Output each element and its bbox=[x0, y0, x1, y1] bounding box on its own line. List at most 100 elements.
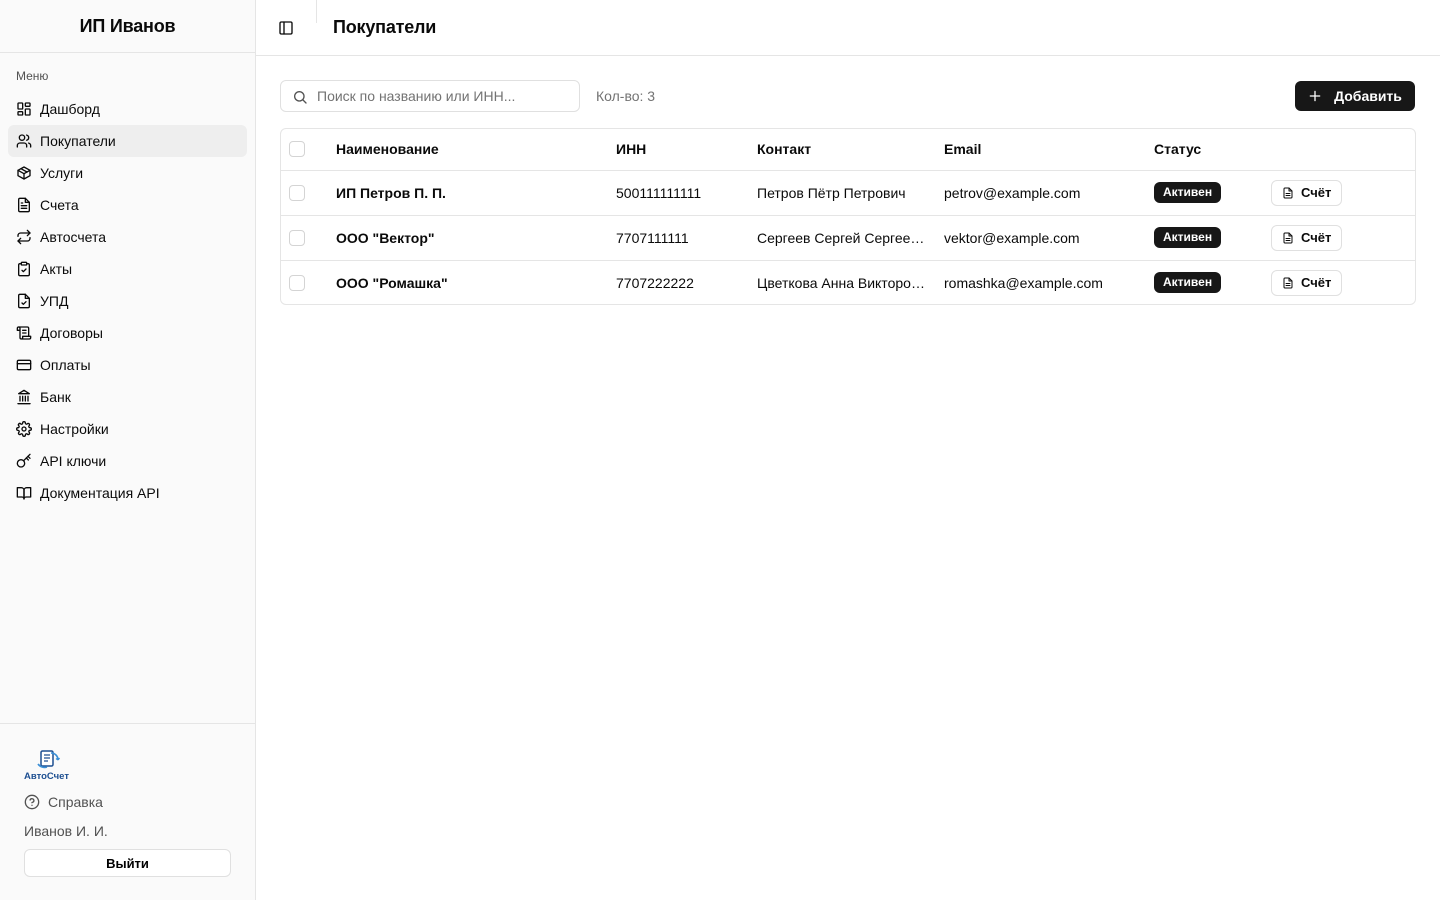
bank-icon bbox=[17, 389, 31, 405]
customer-inn: 500111111111 bbox=[616, 170, 757, 216]
clipboard-check-icon bbox=[18, 261, 30, 277]
scroll-icon bbox=[16, 326, 32, 340]
page-header: Покупатели bbox=[256, 0, 1440, 56]
invoice-button-label: Счёт bbox=[1301, 275, 1332, 291]
sidebar-item-services[interactable]: Услуги bbox=[8, 157, 247, 189]
status-cell: Активен bbox=[1154, 170, 1271, 216]
actions-cell: Счёт bbox=[1271, 215, 1415, 261]
sidebar-item-label: Услуги bbox=[40, 165, 84, 181]
customer-email: romashka@example.com bbox=[944, 274, 1103, 291]
column-header-actions bbox=[1271, 129, 1415, 171]
file-text-icon bbox=[18, 197, 30, 213]
create-invoice-button[interactable]: Счёт bbox=[1271, 269, 1343, 296]
table-row[interactable]: ИП Петров П. П. 500111111111 Петров Пётр… bbox=[281, 170, 1415, 216]
table-row[interactable]: ООО "Вектор" 7707111111 Сергеев Сергей С… bbox=[281, 215, 1415, 261]
sidebar-item-label: Настройки bbox=[40, 421, 109, 437]
sidebar-item-customers[interactable]: Покупатели bbox=[8, 125, 247, 157]
column-header-contact: Контакт bbox=[757, 129, 944, 171]
repeat-icon bbox=[17, 229, 31, 245]
customer-name: ИП Петров П. П. bbox=[336, 170, 616, 216]
sidebar-item-invoices[interactable]: Счета bbox=[8, 189, 247, 221]
customer-count: Кол-во: 3 bbox=[596, 88, 656, 104]
sidebar-item-bank[interactable]: Банк bbox=[8, 381, 247, 413]
search-icon bbox=[294, 91, 307, 104]
box-icon bbox=[17, 166, 31, 180]
column-header-email: Email bbox=[944, 129, 1154, 171]
customer-name: ООО "Ромашка" bbox=[336, 274, 448, 291]
row-select-cell bbox=[281, 170, 336, 216]
file-icon bbox=[1283, 232, 1293, 243]
search-input[interactable] bbox=[317, 81, 572, 111]
file-icon bbox=[1283, 277, 1293, 289]
help-link[interactable]: Справка bbox=[24, 794, 103, 810]
row-select-cell bbox=[281, 215, 336, 261]
sidebar-item-label: Договоры bbox=[40, 325, 103, 341]
panel-left-icon bbox=[279, 21, 293, 35]
sidebar-item-payments[interactable]: Оплаты bbox=[8, 349, 247, 381]
sidebar-item-label: УПД bbox=[40, 293, 69, 309]
column-header-name: Наименование bbox=[336, 129, 616, 171]
status-badge: Активен bbox=[1154, 227, 1222, 248]
row-select-cell bbox=[281, 260, 336, 304]
sidebar-item-label: Покупатели bbox=[40, 133, 116, 149]
sidebar-item-auto-invoices[interactable]: Автосчета bbox=[8, 221, 247, 253]
sidebar-nav: Дашборд Покупатели Услуги Счета Автосчет… bbox=[8, 93, 247, 509]
row-checkbox[interactable] bbox=[289, 274, 305, 291]
key-icon bbox=[16, 453, 31, 468]
help-circle-icon bbox=[24, 794, 40, 810]
select-all-checkbox[interactable] bbox=[289, 141, 305, 158]
sidebar-item-label: Оплаты bbox=[40, 357, 91, 373]
sidebar-item-label: Акты bbox=[40, 261, 73, 277]
sidebar-item-label: Автосчета bbox=[40, 229, 107, 245]
sidebar-toggle-button[interactable] bbox=[276, 18, 296, 38]
sidebar-item-dashboard[interactable]: Дашборд bbox=[8, 93, 247, 125]
page-title: Покупатели bbox=[333, 17, 437, 37]
sidebar-item-label: API ключи bbox=[40, 453, 107, 469]
sidebar-item-label: Банк bbox=[40, 389, 71, 405]
select-all-cell bbox=[281, 129, 336, 171]
create-invoice-button[interactable]: Счёт bbox=[1271, 179, 1343, 206]
sidebar-item-contracts[interactable]: Договоры bbox=[8, 317, 247, 349]
customers-table: Наименование ИНН Контакт Email Статус ИП… bbox=[280, 128, 1416, 305]
file-icon bbox=[1283, 187, 1293, 198]
customer-email: vektor@example.com bbox=[944, 215, 1154, 261]
status-badge: Активен bbox=[1154, 272, 1222, 294]
file-check-icon bbox=[18, 293, 30, 309]
status-badge: Активен bbox=[1154, 182, 1222, 203]
row-checkbox[interactable] bbox=[289, 229, 305, 246]
customer-contact: Цветкова Анна Викторовна bbox=[757, 274, 934, 291]
sidebar: ИП Иванов Меню Дашборд Покупатели Услуги… bbox=[0, 0, 256, 900]
sidebar-item-settings[interactable]: Настройки bbox=[8, 413, 247, 445]
gear-icon bbox=[16, 421, 32, 437]
table-row[interactable]: ООО "Ромашка" 7707222222 Цветкова Анна В… bbox=[281, 260, 1415, 304]
logo-text: АвтоСчет bbox=[24, 771, 69, 782]
actions-cell: Счёт bbox=[1271, 170, 1415, 216]
logo-emblem-icon bbox=[37, 750, 61, 769]
create-invoice-button[interactable]: Счёт bbox=[1271, 224, 1343, 251]
status-cell: Активен bbox=[1154, 215, 1271, 261]
app-logo: АвтоСчет bbox=[24, 748, 76, 784]
customer-email: petrov@example.com bbox=[944, 170, 1154, 216]
sidebar-item-api-docs[interactable]: Документация API bbox=[8, 477, 247, 509]
sidebar-item-label: Документация API bbox=[40, 485, 160, 501]
header-divider bbox=[316, 0, 317, 23]
invoice-button-label: Счёт bbox=[1301, 230, 1332, 245]
logout-button[interactable]: Выйти bbox=[24, 849, 231, 877]
user-name: Иванов И. И. bbox=[24, 823, 108, 839]
dashboard-icon bbox=[17, 102, 31, 116]
sidebar-item-api-keys[interactable]: API ключи bbox=[8, 445, 247, 477]
sidebar-item-acts[interactable]: Акты bbox=[8, 253, 247, 285]
table-header-row: Наименование ИНН Контакт Email Статус bbox=[281, 129, 1415, 171]
sidebar-item-upd[interactable]: УПД bbox=[8, 285, 247, 317]
status-cell: Активен bbox=[1154, 260, 1271, 304]
row-checkbox[interactable] bbox=[289, 184, 305, 201]
add-customer-button[interactable]: Добавить bbox=[1295, 81, 1415, 111]
credit-card-icon bbox=[16, 359, 32, 371]
column-header-status: Статус bbox=[1154, 129, 1271, 171]
sidebar-footer: АвтоСчет Справка Иванов И. И. Выйти bbox=[0, 723, 255, 900]
invoice-button-label: Счёт bbox=[1301, 185, 1332, 200]
customer-inn: 7707222222 bbox=[616, 274, 694, 291]
book-icon bbox=[16, 487, 32, 500]
users-icon bbox=[16, 134, 32, 148]
column-header-inn: ИНН bbox=[616, 129, 757, 171]
